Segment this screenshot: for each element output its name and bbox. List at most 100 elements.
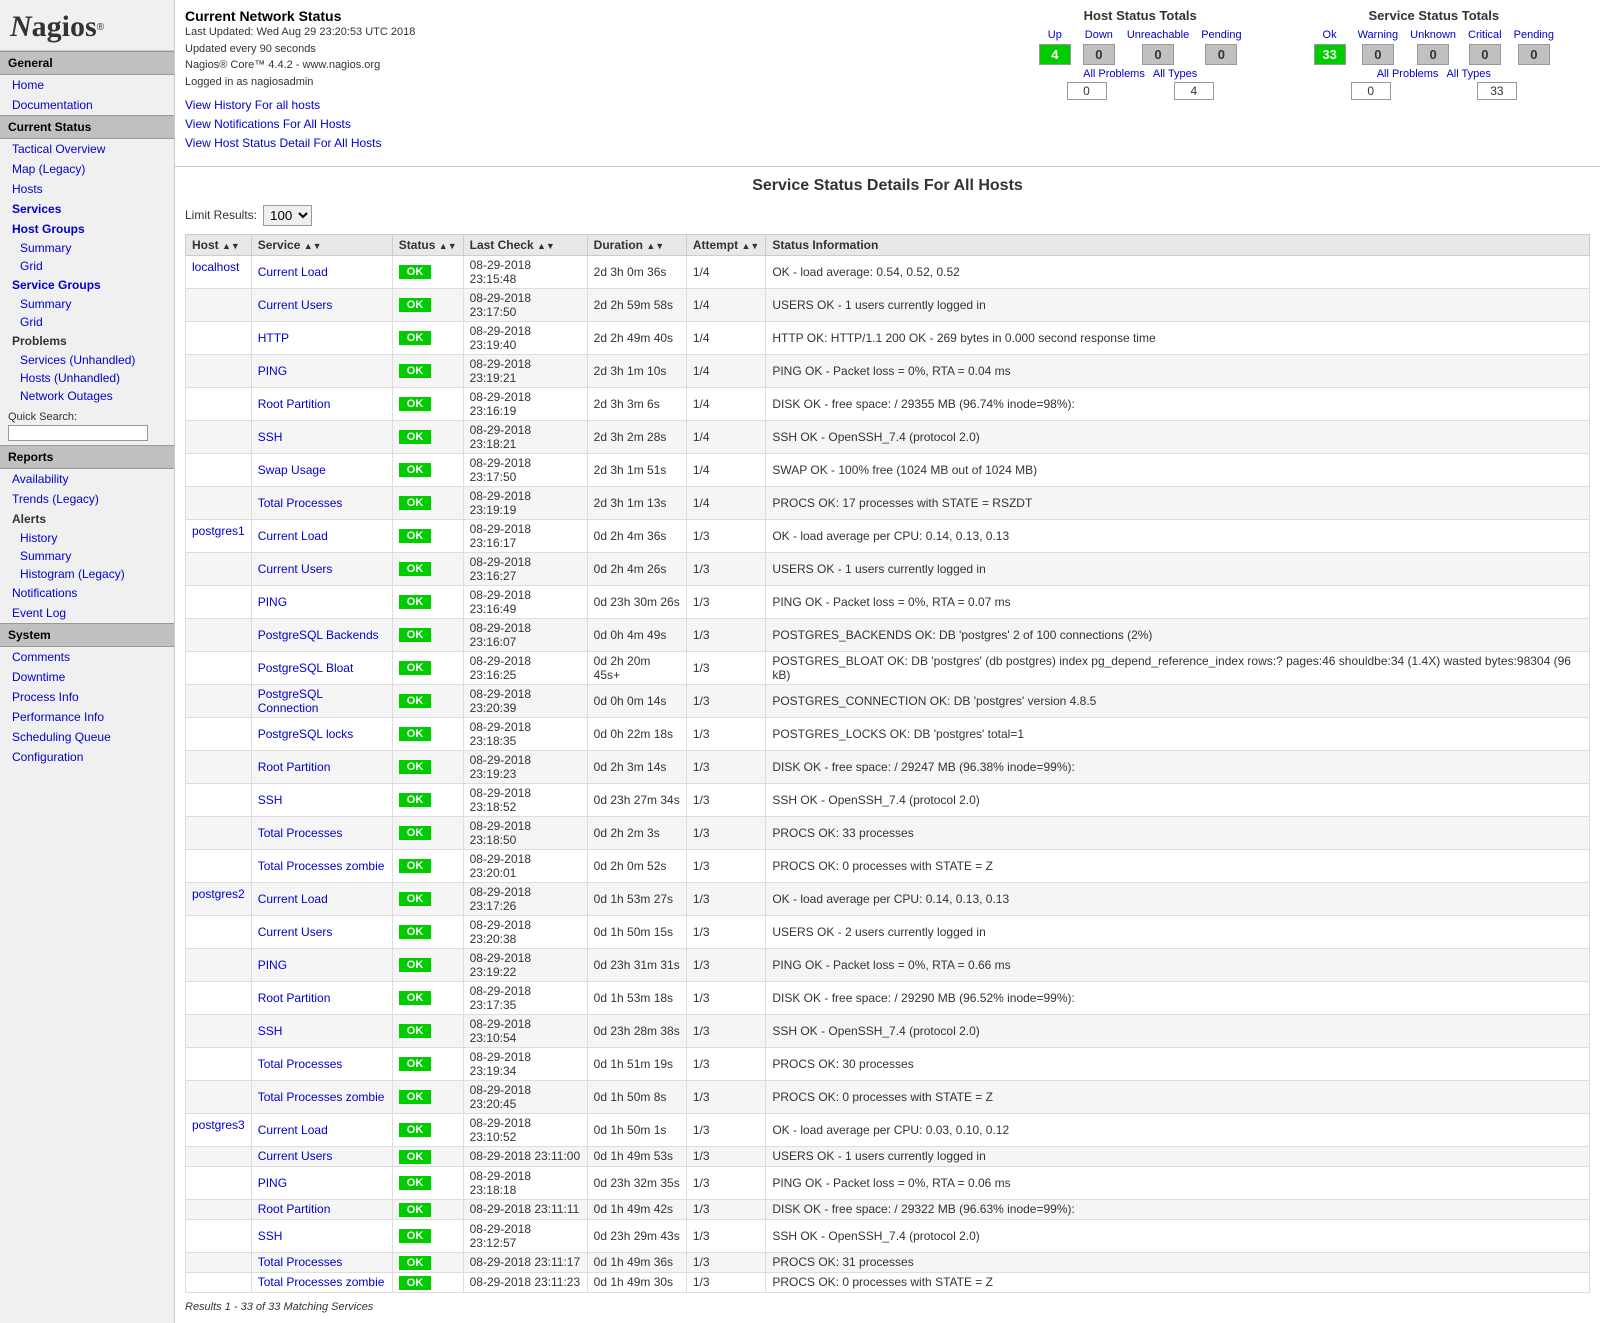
svc-all-problems-link[interactable]: All Problems xyxy=(1377,68,1439,80)
sidebar-item-host-groups-grid[interactable]: Grid xyxy=(0,257,174,275)
service-cell[interactable]: PING xyxy=(251,585,392,618)
host-val-pending[interactable]: 0 xyxy=(1195,43,1247,66)
service-cell[interactable]: SSH xyxy=(251,420,392,453)
sidebar-item-event-log[interactable]: Event Log xyxy=(0,603,174,623)
sidebar-item-scheduling-queue[interactable]: Scheduling Queue xyxy=(0,727,174,747)
attempt-cell: 1/3 xyxy=(686,1113,766,1146)
host-all-problems-count[interactable]: 0 xyxy=(1067,82,1107,100)
svc-val-pending[interactable]: 0 xyxy=(1508,43,1560,66)
status-info-cell: SWAP OK - 100% free (1024 MB out of 1024… xyxy=(766,453,1590,486)
view-host-status-link[interactable]: View Host Status Detail For All Hosts xyxy=(185,134,1013,153)
service-cell[interactable]: Total Processes xyxy=(251,1252,392,1272)
service-cell[interactable]: Total Processes xyxy=(251,486,392,519)
service-cell[interactable]: Root Partition xyxy=(251,981,392,1014)
host-val-unreachable[interactable]: 0 xyxy=(1121,43,1195,66)
service-cell[interactable]: Current Load xyxy=(251,882,392,915)
service-cell[interactable]: Current Load xyxy=(251,1113,392,1146)
limit-select[interactable]: 100 50 25 All xyxy=(263,205,312,226)
service-cell[interactable]: Current Load xyxy=(251,255,392,288)
svc-val-ok[interactable]: 33 xyxy=(1308,43,1352,66)
sidebar-item-documentation[interactable]: Documentation xyxy=(0,95,174,115)
svc-all-types-link[interactable]: All Types xyxy=(1446,68,1490,80)
sidebar-item-hosts[interactable]: Hosts xyxy=(0,179,174,199)
service-cell[interactable]: Total Processes zombie xyxy=(251,1272,392,1292)
sidebar-item-tactical-overview[interactable]: Tactical Overview xyxy=(0,139,174,159)
service-cell[interactable]: Total Processes zombie xyxy=(251,849,392,882)
service-cell[interactable]: Current Users xyxy=(251,915,392,948)
quick-search-input[interactable] xyxy=(8,425,148,441)
sidebar-item-notifications[interactable]: Notifications xyxy=(0,583,174,603)
sidebar-item-host-groups-summary[interactable]: Summary xyxy=(0,239,174,257)
service-cell[interactable]: Root Partition xyxy=(251,1199,392,1219)
service-status-totals-title: Service Status Totals xyxy=(1308,8,1560,23)
host-val-up[interactable]: 4 xyxy=(1033,43,1077,66)
service-cell[interactable]: Current Users xyxy=(251,552,392,585)
sidebar-item-trends-legacy[interactable]: Trends (Legacy) xyxy=(0,489,174,509)
host-cell xyxy=(186,420,252,453)
service-cell[interactable]: PostgreSQL locks xyxy=(251,717,392,750)
duration-cell: 0d 1h 53m 18s xyxy=(587,981,686,1014)
sidebar-item-alerts-summary[interactable]: Summary xyxy=(0,547,174,565)
sidebar-item-host-groups-label[interactable]: Host Groups xyxy=(0,219,174,239)
sidebar-item-configuration[interactable]: Configuration xyxy=(0,747,174,767)
service-cell[interactable]: Current Users xyxy=(251,1146,392,1166)
service-cell[interactable]: Root Partition xyxy=(251,387,392,420)
view-notifications-link[interactable]: View Notifications For All Hosts xyxy=(185,115,1013,134)
sidebar-item-service-groups-label[interactable]: Service Groups xyxy=(0,275,174,295)
duration-cell: 0d 23h 28m 38s xyxy=(587,1014,686,1047)
sidebar-item-service-groups-summary[interactable]: Summary xyxy=(0,295,174,313)
sidebar-item-alerts-history[interactable]: History xyxy=(0,529,174,547)
service-cell[interactable]: SSH xyxy=(251,1219,392,1252)
service-cell[interactable]: Current Users xyxy=(251,288,392,321)
service-cell[interactable]: SSH xyxy=(251,783,392,816)
duration-cell: 0d 1h 49m 30s xyxy=(587,1272,686,1292)
service-cell[interactable]: PostgreSQL Bloat xyxy=(251,651,392,684)
sidebar-item-map-legacy[interactable]: Map (Legacy) xyxy=(0,159,174,179)
host-val-down[interactable]: 0 xyxy=(1077,43,1121,66)
sidebar-item-services[interactable]: Services xyxy=(0,199,174,219)
service-cell[interactable]: Swap Usage xyxy=(251,453,392,486)
svc-all-problems-count[interactable]: 0 xyxy=(1351,82,1391,100)
svc-all-types-count[interactable]: 33 xyxy=(1477,82,1517,100)
sidebar-item-services-unhandled[interactable]: Services (Unhandled) xyxy=(0,351,174,369)
service-cell[interactable]: PING xyxy=(251,354,392,387)
duration-cell: 2d 3h 0m 36s xyxy=(587,255,686,288)
service-cell[interactable]: Total Processes xyxy=(251,816,392,849)
last-check-cell: 08-29-2018 23:20:38 xyxy=(463,915,587,948)
sidebar-item-network-outages[interactable]: Network Outages xyxy=(0,387,174,405)
last-check-cell: 08-29-2018 23:16:17 xyxy=(463,519,587,552)
host-cell[interactable]: localhost xyxy=(186,255,252,288)
view-history-link[interactable]: View History For all hosts xyxy=(185,96,1013,115)
table-row: Current UsersOK08-29-2018 23:16:270d 2h … xyxy=(186,552,1590,585)
svc-val-unknown[interactable]: 0 xyxy=(1404,43,1462,66)
service-cell[interactable]: PING xyxy=(251,1166,392,1199)
svc-val-warning[interactable]: 0 xyxy=(1352,43,1405,66)
sidebar-item-service-groups-grid[interactable]: Grid xyxy=(0,313,174,331)
sidebar-item-availability[interactable]: Availability xyxy=(0,469,174,489)
service-cell[interactable]: HTTP xyxy=(251,321,392,354)
host-all-problems-link[interactable]: All Problems xyxy=(1083,68,1145,80)
sidebar-item-downtime[interactable]: Downtime xyxy=(0,667,174,687)
host-all-types-link[interactable]: All Types xyxy=(1153,68,1197,80)
host-cell[interactable]: postgres1 xyxy=(186,519,252,552)
service-cell[interactable]: PostgreSQL Connection xyxy=(251,684,392,717)
host-cell[interactable]: postgres2 xyxy=(186,882,252,915)
svc-val-critical[interactable]: 0 xyxy=(1462,43,1508,66)
sidebar-item-hosts-unhandled[interactable]: Hosts (Unhandled) xyxy=(0,369,174,387)
sidebar-item-process-info[interactable]: Process Info xyxy=(0,687,174,707)
sidebar-item-comments[interactable]: Comments xyxy=(0,647,174,667)
service-cell[interactable]: PostgreSQL Backends xyxy=(251,618,392,651)
service-cell[interactable]: Current Load xyxy=(251,519,392,552)
status-cell: OK xyxy=(392,519,463,552)
service-cell[interactable]: PING xyxy=(251,948,392,981)
sidebar-item-home[interactable]: Home xyxy=(0,75,174,95)
host-all-types-count[interactable]: 4 xyxy=(1174,82,1214,100)
duration-cell: 0d 1h 49m 42s xyxy=(587,1199,686,1219)
service-cell[interactable]: SSH xyxy=(251,1014,392,1047)
service-cell[interactable]: Total Processes zombie xyxy=(251,1080,392,1113)
sidebar-item-performance-info[interactable]: Performance Info xyxy=(0,707,174,727)
service-cell[interactable]: Total Processes xyxy=(251,1047,392,1080)
sidebar-item-histogram-legacy[interactable]: Histogram (Legacy) xyxy=(0,565,174,583)
service-cell[interactable]: Root Partition xyxy=(251,750,392,783)
host-cell[interactable]: postgres3 xyxy=(186,1113,252,1146)
